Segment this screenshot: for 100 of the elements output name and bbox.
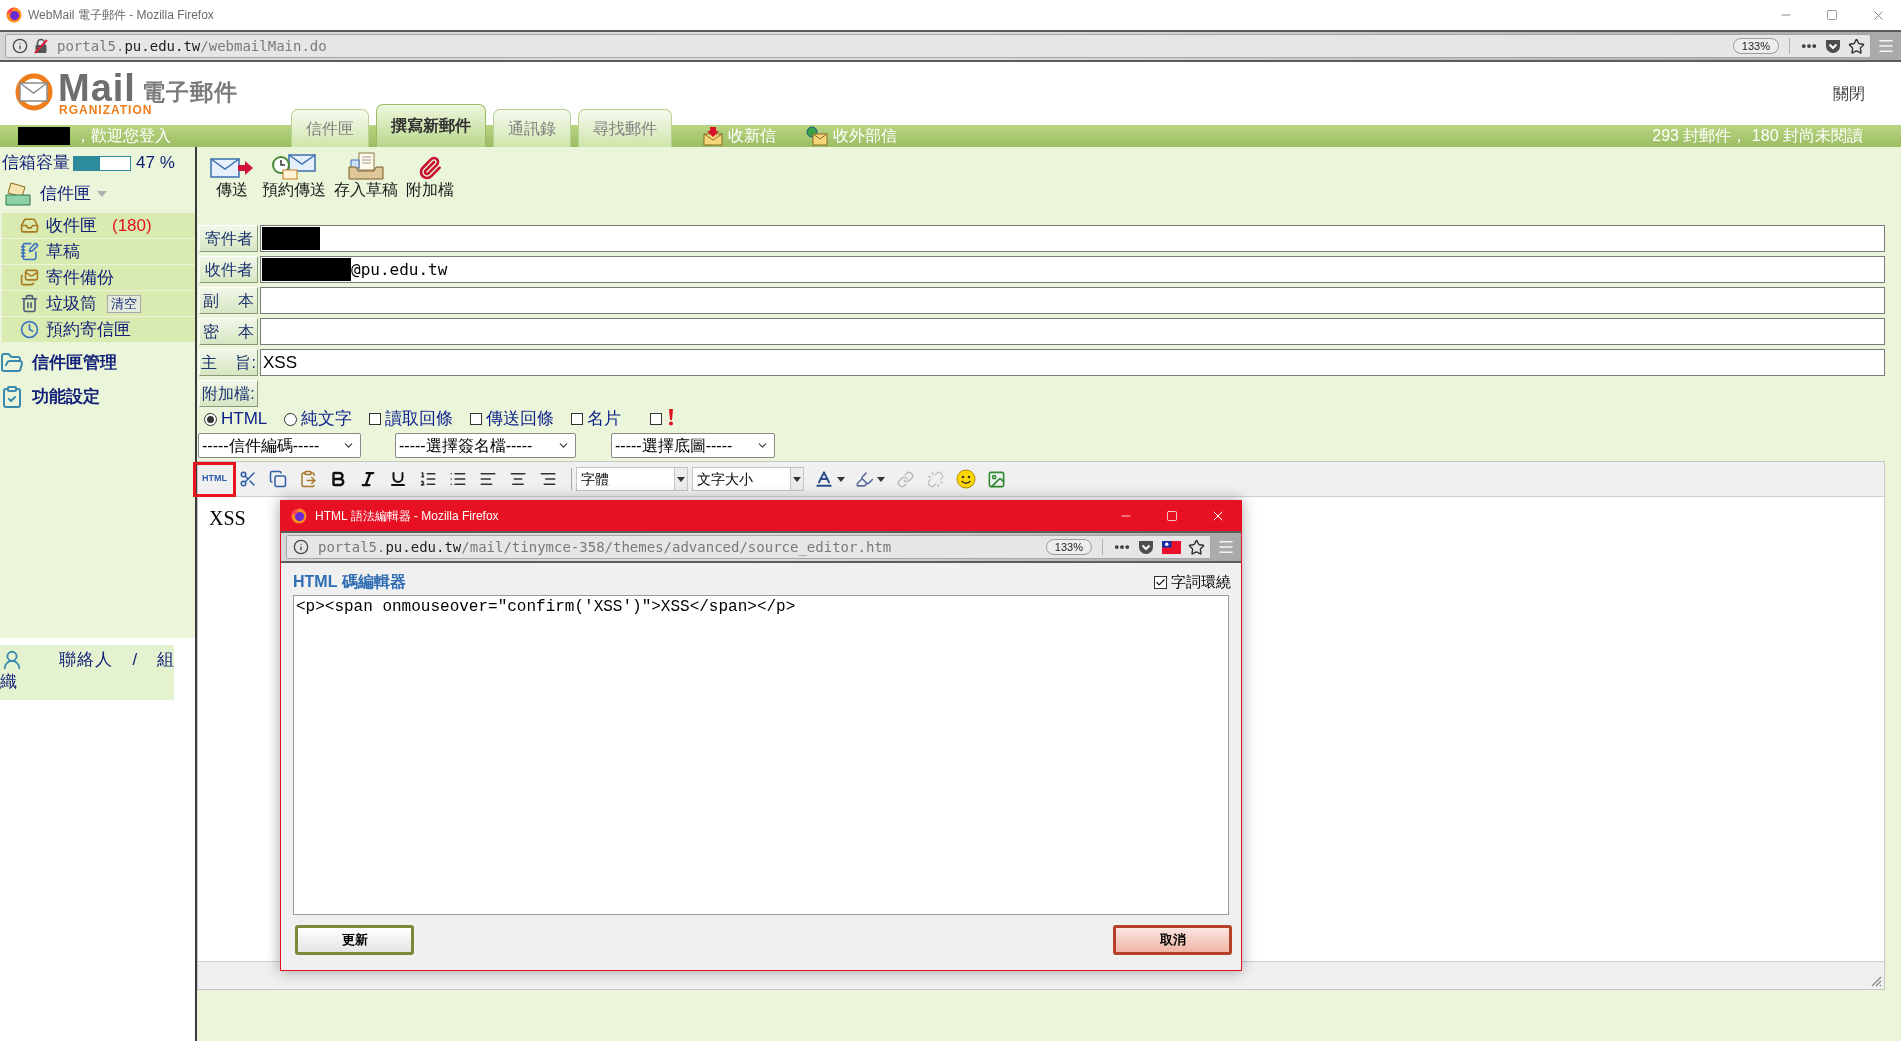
source-textarea[interactable]: <p><span onmouseover="confirm('XSS')">XSS</span></p> (293, 595, 1229, 915)
checkbox[interactable] (1154, 575, 1167, 589)
editor-heading: HTML 碼編輯器 (293, 572, 406, 592)
folder-item[interactable]: 草稿 (2, 239, 195, 264)
exclamation-icon (668, 408, 675, 426)
settings-link[interactable]: 功能設定 (32, 384, 100, 410)
envelope-globe-icon (806, 126, 828, 146)
input-field[interactable] (260, 287, 1885, 314)
caret-icon[interactable] (793, 476, 801, 482)
field-label: 寄件者 (199, 225, 258, 252)
html-source-button[interactable]: HTML (193, 461, 236, 497)
flag-icon[interactable] (1162, 540, 1181, 554)
align-center-icon[interactable] (509, 470, 527, 488)
field-label: 主 旨: (199, 349, 258, 376)
option-label[interactable]: 傳送回條 (486, 406, 555, 432)
highlight-icon[interactable] (855, 469, 874, 489)
star-icon[interactable] (1848, 37, 1865, 55)
folder-item[interactable]: 收件匣 (180) (2, 213, 195, 238)
nav-tab[interactable]: 撰寫新郵件 (376, 104, 486, 147)
checkbox[interactable] (470, 413, 483, 425)
shield-icon[interactable] (1138, 539, 1154, 555)
envelope-arrow-icon (703, 126, 723, 146)
envelope-logo-icon (15, 72, 53, 112)
sender-field[interactable] (260, 225, 1885, 252)
envelopes-icon (20, 268, 39, 287)
quota-label: 信箱容量 (2, 152, 70, 175)
schedule-send-button[interactable]: 預約傳送 (261, 154, 327, 200)
checkbox[interactable] (369, 413, 382, 425)
dropdown-select[interactable]: -----信件編碼----- (198, 433, 361, 458)
resize-grip-icon[interactable] (1871, 976, 1882, 987)
scissors-icon[interactable] (239, 470, 257, 488)
field-label: 副 本 (199, 287, 258, 314)
smiley-icon[interactable] (956, 469, 976, 489)
copy-icon[interactable] (269, 470, 287, 488)
caret-icon[interactable] (837, 476, 845, 482)
trash-icon (20, 294, 39, 313)
field-label: 附加檔: (199, 380, 258, 407)
dropdown-select[interactable]: -----選擇簽名檔----- (395, 433, 576, 458)
input-field[interactable] (260, 318, 1885, 345)
option-label[interactable]: HTML (221, 406, 268, 432)
send-button[interactable]: 傳送 (209, 156, 255, 200)
font-select[interactable]: 字體 (576, 467, 688, 491)
contacts-link[interactable]: 聯絡人 / 組織 (0, 649, 174, 693)
info-icon[interactable] (12, 38, 28, 54)
logo-title: 電子郵件 (141, 80, 238, 104)
folder-item[interactable]: 寄件備份 (2, 265, 195, 290)
info-icon[interactable] (293, 539, 309, 555)
save-draft-button[interactable]: 存入草稿 (333, 152, 399, 200)
folder-item[interactable]: 垃圾筒 清空 (2, 291, 195, 316)
folder-icon (0, 351, 24, 375)
maximize-icon[interactable] (1826, 9, 1838, 21)
redaction-block (18, 127, 70, 145)
empty-trash-button[interactable]: 清空 (107, 294, 141, 313)
checkbox-label[interactable]: 字詞環繞 (1171, 570, 1231, 594)
align-left-icon[interactable] (479, 470, 497, 488)
folder-heading[interactable]: 信件匣 (40, 180, 91, 207)
zoom-level-button[interactable]: 133% (1045, 539, 1092, 555)
update-button[interactable]: 更新 (295, 925, 414, 955)
image-icon[interactable] (987, 469, 1006, 489)
checkbox[interactable] (650, 413, 663, 425)
folder-manage-link[interactable]: 信件匣管理 (32, 350, 117, 376)
field-label: 收件者 (199, 256, 258, 283)
input-field[interactable]: XSS (260, 349, 1885, 376)
mail-count-text: 293 封郵件， 180 封尚未閱讀 (1652, 126, 1863, 146)
dropdown-select[interactable]: -----選擇底圖----- (611, 433, 775, 458)
underline-icon[interactable] (389, 470, 407, 488)
text-color-icon[interactable] (814, 469, 834, 489)
address-bar[interactable]: portal5.pu.edu.tw/mail/tinymce-358/themes/advanced/source_editor.htm 133% (286, 535, 1211, 559)
address-bar[interactable]: portal5.pu.edu.tw/webmailMain.do 133% (5, 34, 1871, 58)
align-right-icon[interactable] (539, 470, 557, 488)
close-link[interactable]: 關閉 (1833, 82, 1865, 106)
lock-strike-icon[interactable] (34, 38, 48, 54)
recipient-field[interactable]: @pu.edu.tw (260, 256, 1885, 283)
field-label: 密 本 (199, 318, 258, 345)
clock-envelope-icon (271, 154, 317, 180)
cancel-button[interactable]: 取消 (1113, 925, 1232, 955)
url-text: portal5.pu.edu.tw/mail/tinymce-358/themes/advanced/source_editor.htm (318, 537, 892, 558)
folder-item[interactable]: 預約寄信匣 (2, 317, 195, 342)
caret-icon[interactable] (877, 476, 885, 482)
zoom-level-button[interactable]: 133% (1732, 38, 1779, 54)
bold-icon[interactable] (329, 470, 347, 488)
quota-reading: 47 % (136, 152, 175, 175)
checkbox[interactable] (571, 413, 584, 425)
shield-icon[interactable] (1825, 38, 1841, 54)
radio-button[interactable] (284, 412, 298, 426)
size-select[interactable]: 文字大小 (692, 467, 804, 491)
attach-button[interactable]: 附加檔 (405, 156, 455, 200)
radio-button[interactable] (204, 412, 217, 426)
caret-icon[interactable] (677, 476, 685, 482)
popup-title: HTML 語法編輯器 - Mozilla Firefox (315, 508, 499, 525)
option-label[interactable]: 純文字 (301, 406, 353, 432)
numbered-list-icon[interactable] (419, 470, 437, 488)
url-text: portal5.pu.edu.tw/webmailMain.do (57, 36, 327, 56)
clipboard-check-icon (0, 385, 24, 409)
option-label[interactable]: 讀取回條 (385, 406, 454, 432)
bullet-list-icon[interactable] (449, 470, 467, 488)
italic-icon[interactable] (359, 470, 377, 488)
clipboard-icon[interactable] (299, 470, 317, 488)
star-icon[interactable] (1188, 538, 1205, 556)
option-label[interactable]: 名片 (587, 406, 622, 432)
